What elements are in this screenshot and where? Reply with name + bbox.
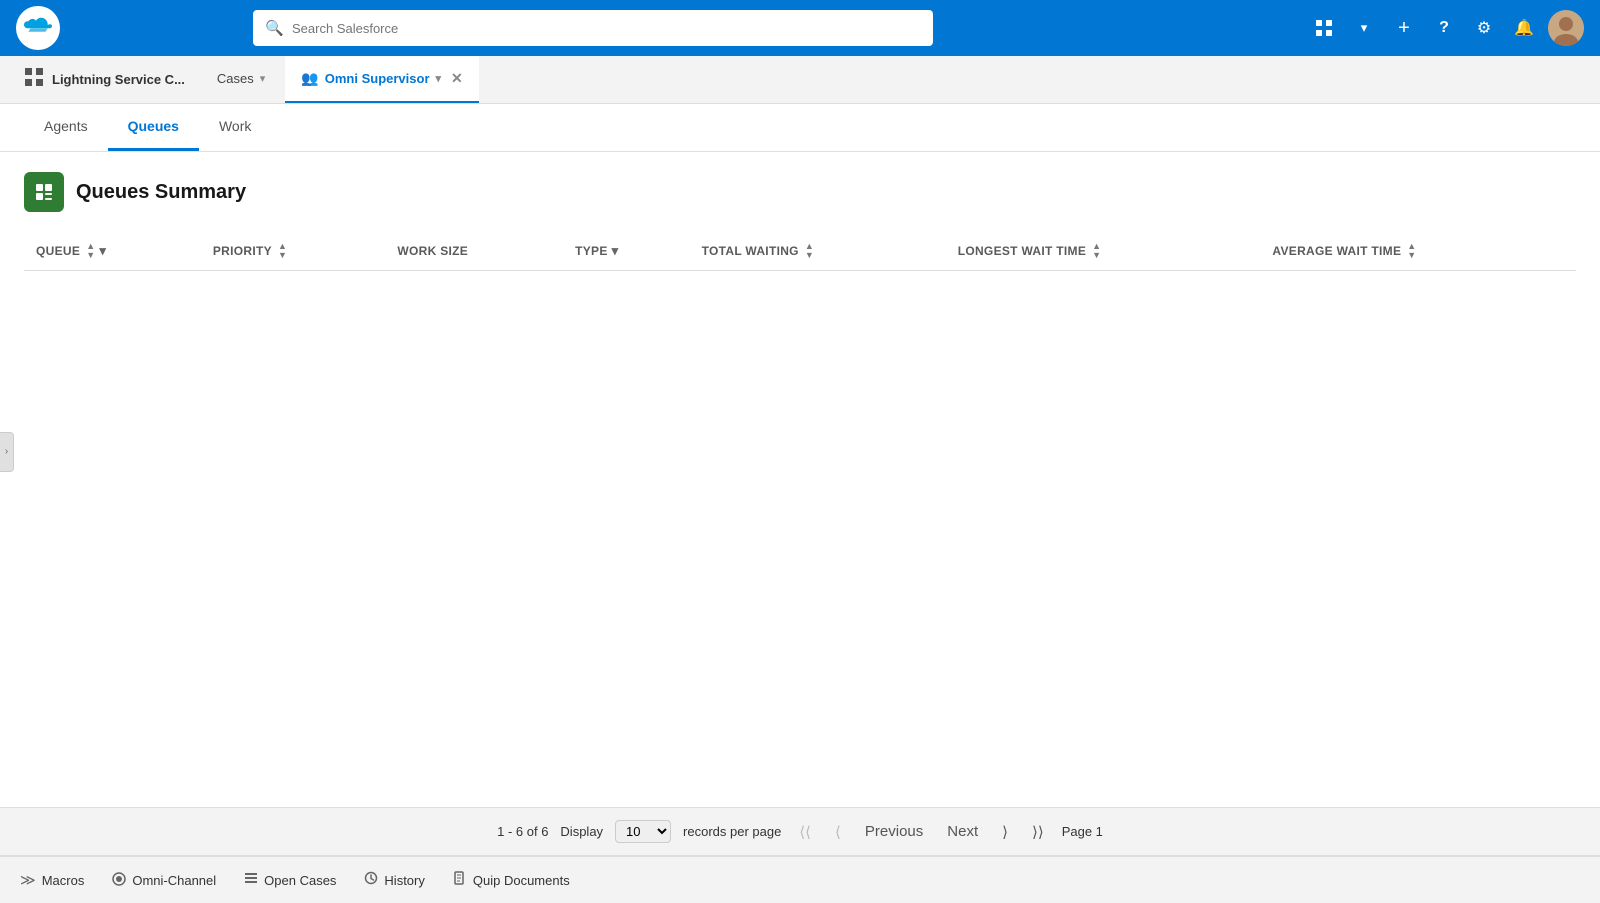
omni-channel-item[interactable]: Omni-Channel [112,872,216,889]
quip-documents-label: Quip Documents [473,873,570,888]
tab-cases-label: Cases [217,71,254,86]
settings-button[interactable]: ⚙ [1468,12,1500,44]
first-page-button[interactable]: ⟨⟨ [793,819,817,845]
current-page: Page 1 [1062,824,1103,839]
queues-header: Queues Summary [24,172,1576,212]
view-switcher-button[interactable] [1308,12,1340,44]
records-per-page-select[interactable]: 10 25 50 100 [615,820,671,843]
queues-icon [24,172,64,212]
pagination-bar: 1 - 6 of 6 Display 10 25 50 100 records … [0,807,1600,855]
tab-omni-supervisor[interactable]: 👥 Omni Supervisor ▾ ✕ [285,56,478,103]
app-name: Lightning Service C... [52,72,185,87]
grid-icon[interactable] [24,67,44,92]
tab-bar: Lightning Service C... Cases ▾ 👥 Omni Su… [0,56,1600,104]
search-icon: 🔍 [265,19,284,37]
nav-right-icons: ▾ + ? ⚙ 🔔 [1308,10,1584,46]
sub-tab-work[interactable]: Work [199,104,271,151]
quip-documents-icon [453,871,467,889]
open-cases-label: Open Cases [264,873,336,888]
col-header-avg-wait: AVERAGE WAIT TIME ▲▼ [1260,232,1576,271]
collapse-handle[interactable]: › [0,432,14,472]
queue-filter-icon[interactable]: ▾ [99,243,106,259]
longest-wait-sort-icon[interactable]: ▲▼ [1092,242,1101,260]
queues-title: Queues Summary [76,181,246,204]
macros-icon: ≫ [20,871,36,889]
history-icon [364,871,378,889]
omni-supervisor-icon: 👥 [301,70,318,87]
open-cases-item[interactable]: Open Cases [244,871,336,889]
col-header-priority: PRIORITY ▲▼ [201,232,386,271]
avg-wait-sort-icon[interactable]: ▲▼ [1407,242,1416,260]
col-header-total-waiting: TOTAL WAITING ▲▼ [690,232,946,271]
col-header-work-size: WORK SIZE [385,232,563,271]
macros-item[interactable]: ≫ Macros [20,871,84,889]
sub-tabs: Agents Queues Work [0,104,1600,152]
search-input[interactable] [292,21,921,36]
history-item[interactable]: History [364,871,424,889]
prev-page-button[interactable]: ⟨ [829,819,847,845]
sub-tab-agents[interactable]: Agents [24,104,108,151]
macros-label: Macros [42,873,85,888]
chevron-down-icon[interactable]: ▾ [1348,12,1380,44]
tab-omni-supervisor-close[interactable]: ✕ [451,70,463,87]
avatar[interactable] [1548,10,1584,46]
priority-sort-icon[interactable]: ▲▼ [278,242,287,260]
pagination-display-label: Display [560,824,603,839]
quip-documents-item[interactable]: Quip Documents [453,871,570,889]
main-content: Agents Queues Work Queues Summary [0,104,1600,855]
previous-label-button[interactable]: Previous [859,819,929,844]
queues-area: Queues Summary QUEUE ▲▼ ▾ [0,152,1600,807]
top-navigation: 🔍 ▾ + ? ⚙ 🔔 [0,0,1600,56]
bottom-bar: ≫ Macros Omni-Channel Open Cases History… [0,855,1600,903]
tab-cases[interactable]: Cases ▾ [201,56,281,103]
total-waiting-sort-icon[interactable]: ▲▼ [805,242,814,260]
salesforce-logo[interactable] [16,6,60,50]
tab-omni-supervisor-chevron: ▾ [436,72,442,85]
open-cases-icon [244,871,258,889]
app-launcher[interactable]: Lightning Service C... [12,56,197,103]
tab-cases-chevron: ▾ [260,72,266,85]
omni-channel-icon [112,872,126,889]
pagination-range: 1 - 6 of 6 [497,824,548,839]
next-page-button[interactable]: ⟩ [996,819,1014,845]
search-bar[interactable]: 🔍 [253,10,933,46]
records-per-page-label: records per page [683,824,781,839]
sub-tab-queues[interactable]: Queues [108,104,199,151]
queues-table: QUEUE ▲▼ ▾ PRIORITY ▲▼ [24,232,1576,271]
col-header-queue: QUEUE ▲▼ ▾ [24,232,201,271]
table-header-row: QUEUE ▲▼ ▾ PRIORITY ▲▼ [24,232,1576,271]
last-page-button[interactable]: ⟩⟩ [1026,819,1050,845]
history-label: History [384,873,424,888]
queue-sort-icon[interactable]: ▲▼ [86,242,95,260]
col-header-type: TYPE ▾ [563,232,689,271]
omni-channel-label: Omni-Channel [132,873,216,888]
help-button[interactable]: ? [1428,12,1460,44]
notifications-button[interactable]: 🔔 [1508,12,1540,44]
next-label-button[interactable]: Next [941,819,984,844]
add-button[interactable]: + [1388,12,1420,44]
type-filter-icon[interactable]: ▾ [612,243,619,259]
col-header-longest-wait: LONGEST WAIT TIME ▲▼ [946,232,1261,271]
tab-omni-supervisor-label: Omni Supervisor [325,71,430,86]
